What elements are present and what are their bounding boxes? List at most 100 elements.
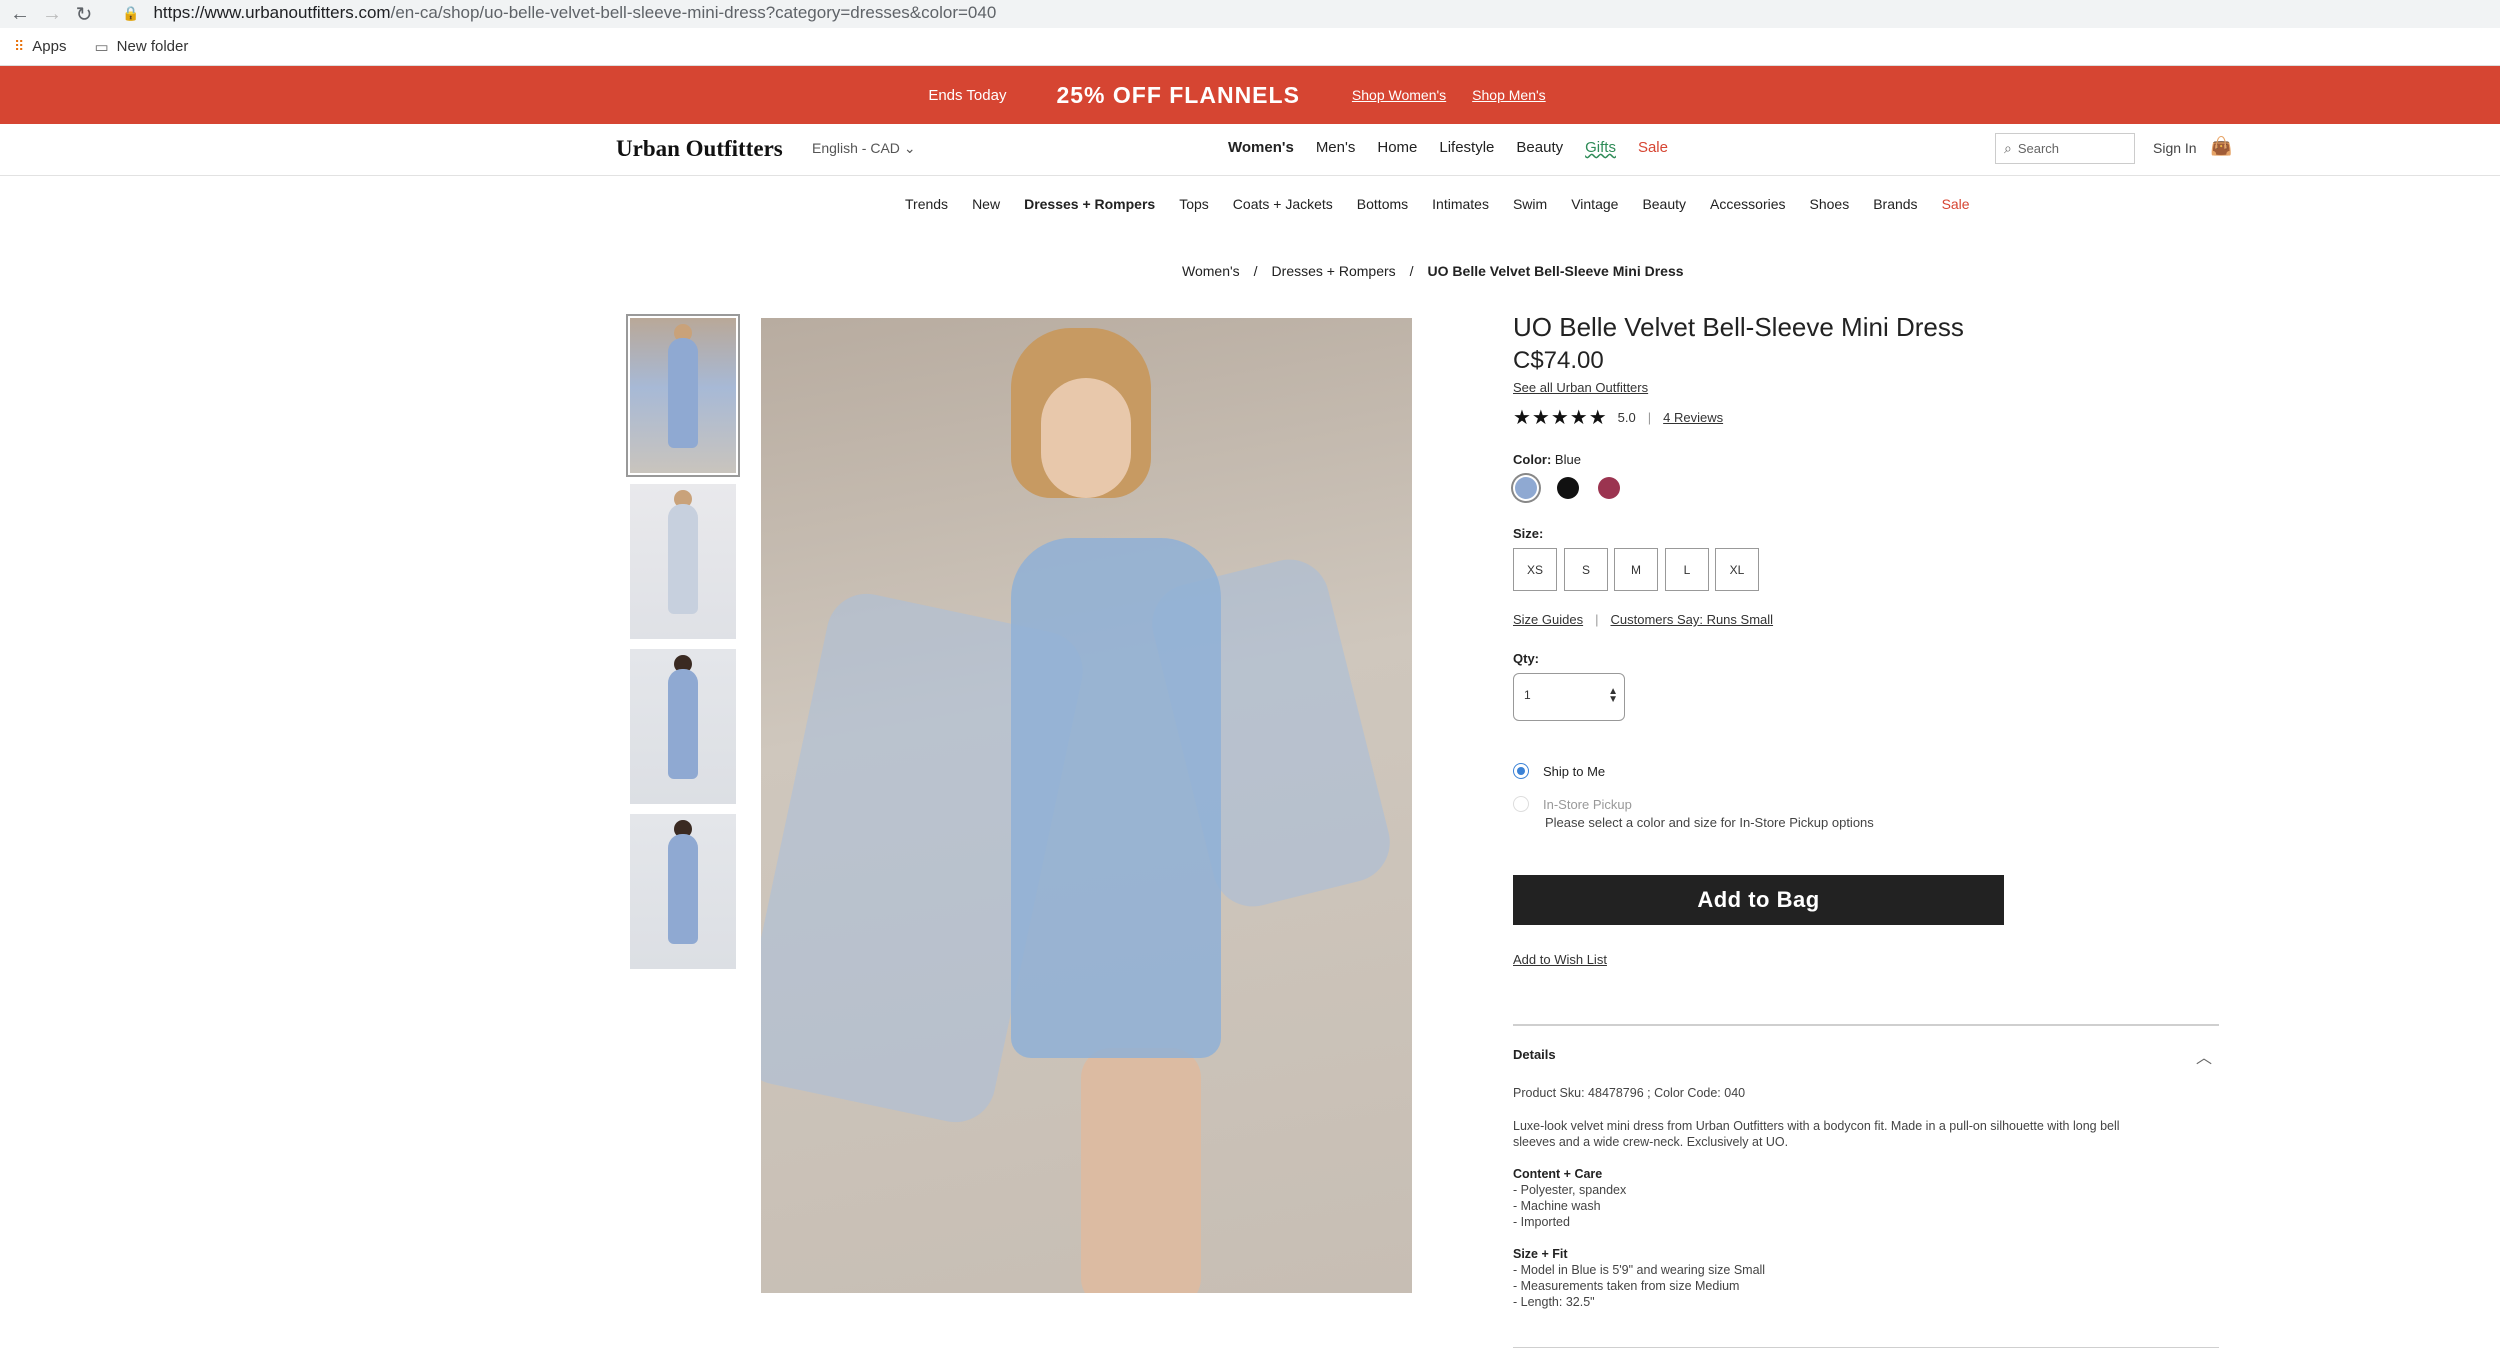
subnav-swim[interactable]: Swim bbox=[1513, 196, 1547, 212]
breadcrumb-dresses[interactable]: Dresses + Rompers bbox=[1272, 263, 1396, 279]
details-heading[interactable]: Details bbox=[1513, 1047, 1556, 1062]
address-bar[interactable]: 🔒 https://www.urbanoutfitters.com/en-ca/… bbox=[122, 0, 996, 26]
add-to-wish-list-link[interactable]: Add to Wish List bbox=[1513, 952, 1607, 967]
ship-to-me-label: Ship to Me bbox=[1543, 764, 1606, 779]
image-legs bbox=[1081, 1048, 1201, 1293]
bookmark-apps[interactable]: ⠿ Apps bbox=[14, 38, 66, 55]
product-price: C$74.00 bbox=[1513, 347, 1604, 374]
product-title: UO Belle Velvet Bell-Sleeve Mini Dress bbox=[1513, 312, 1964, 342]
subnav-sale[interactable]: Sale bbox=[1942, 196, 1970, 212]
chevron-up-icon[interactable]: ︿ bbox=[2196, 1044, 2212, 1068]
subnav-trends[interactable]: Trends bbox=[905, 196, 948, 212]
thumb-figure-body bbox=[668, 834, 698, 944]
product-thumbnail-3[interactable] bbox=[630, 649, 736, 804]
size-links: Size Guides | Customers Say: Runs Small bbox=[1513, 612, 1773, 627]
product-thumbnail-1[interactable] bbox=[626, 314, 740, 477]
runs-small-link[interactable]: Customers Say: Runs Small bbox=[1610, 612, 1773, 627]
quantity-select[interactable]: 1 ▲ ▼ bbox=[1513, 673, 1625, 721]
browser-toolbar: ← → ↻ 🔒 https://www.urbanoutfitters.com /… bbox=[0, 0, 2500, 28]
radio-unselected-icon[interactable] bbox=[1513, 796, 1529, 812]
fit-item: - Measurements taken from size Medium bbox=[1513, 1279, 1740, 1293]
subnav-brands[interactable]: Brands bbox=[1873, 196, 1917, 212]
size-fit-section: Size + Fit - Model in Blue is 5'9" and w… bbox=[1513, 1246, 2193, 1310]
breadcrumb-womens[interactable]: Women's bbox=[1182, 263, 1240, 279]
subnav-shoes[interactable]: Shoes bbox=[1810, 196, 1850, 212]
shop-womens-link[interactable]: Shop Women's bbox=[1352, 87, 1446, 103]
bookmark-label: Apps bbox=[32, 38, 67, 55]
shop-mens-link[interactable]: Shop Men's bbox=[1472, 87, 1546, 103]
promo-ends-text: Ends Today bbox=[928, 86, 1007, 104]
subnav-accessories[interactable]: Accessories bbox=[1710, 196, 1785, 212]
sign-in-link[interactable]: Sign In bbox=[2153, 140, 2197, 156]
details-sku: Product Sku: 48478796 ; Color Code: 040 bbox=[1513, 1086, 1746, 1100]
reload-icon[interactable]: ↻ bbox=[72, 2, 96, 26]
thumb-figure-body bbox=[668, 669, 698, 779]
size-label: Size: bbox=[1513, 526, 1544, 541]
stepper-arrows-icon: ▲ ▼ bbox=[1608, 686, 1618, 705]
subnav-tops[interactable]: Tops bbox=[1179, 196, 1209, 212]
see-all-brand-link[interactable]: See all Urban Outfitters bbox=[1513, 380, 1648, 395]
folder-icon: ▭ bbox=[94, 38, 109, 56]
main-nav: Women's Men's Home Lifestyle Beauty Gift… bbox=[1228, 139, 1690, 156]
color-swatch-blue[interactable] bbox=[1515, 477, 1537, 499]
url-path: /en-ca/shop/uo-belle-velvet-bell-sleeve-… bbox=[390, 3, 997, 22]
instore-pickup-label: In-Store Pickup bbox=[1543, 797, 1632, 812]
details-divider-bottom bbox=[1513, 1347, 2219, 1348]
subnav-beauty[interactable]: Beauty bbox=[1642, 196, 1686, 212]
bookmark-label: New folder bbox=[116, 38, 189, 55]
back-icon[interactable]: ← bbox=[8, 2, 32, 26]
shopping-bag-icon[interactable]: 👜 bbox=[2210, 136, 2232, 157]
nav-home[interactable]: Home bbox=[1377, 139, 1417, 156]
product-rating: ★★★★★ 5.0 | 4 Reviews bbox=[1513, 405, 1723, 430]
radio-selected-icon[interactable] bbox=[1513, 763, 1529, 779]
size-button-xl[interactable]: XL bbox=[1715, 548, 1759, 591]
color-swatch-black[interactable] bbox=[1557, 477, 1579, 499]
bookmark-new-folder[interactable]: ▭ New folder bbox=[94, 38, 188, 56]
site-logo[interactable]: Urban Outfitters bbox=[616, 136, 783, 162]
product-thumbnail-2[interactable] bbox=[630, 484, 736, 639]
content-care-heading: Content + Care bbox=[1513, 1167, 1603, 1181]
instore-pickup-option[interactable]: In-Store Pickup bbox=[1513, 796, 1632, 812]
reviews-link[interactable]: 4 Reviews bbox=[1663, 410, 1723, 425]
size-button-s[interactable]: S bbox=[1564, 548, 1608, 591]
main-product-image[interactable] bbox=[761, 318, 1412, 1293]
subnav-bottoms[interactable]: Bottoms bbox=[1357, 196, 1408, 212]
size-button-xs[interactable]: XS bbox=[1513, 548, 1557, 591]
thumb-figure-body bbox=[668, 504, 698, 614]
nav-beauty[interactable]: Beauty bbox=[1516, 139, 1563, 156]
nav-womens[interactable]: Women's bbox=[1228, 139, 1294, 156]
subnav-dresses-rompers[interactable]: Dresses + Rompers bbox=[1024, 196, 1155, 212]
rating-value: 5.0 bbox=[1617, 410, 1636, 425]
product-thumbnail-4[interactable] bbox=[630, 814, 736, 969]
promo-headline: 25% OFF FLANNELS bbox=[1056, 81, 1300, 108]
subnav-coats-jackets[interactable]: Coats + Jackets bbox=[1233, 196, 1333, 212]
nav-mens[interactable]: Men's bbox=[1316, 139, 1356, 156]
qty-label: Qty: bbox=[1513, 651, 1539, 666]
subnav-vintage[interactable]: Vintage bbox=[1571, 196, 1618, 212]
color-swatch-burgundy[interactable] bbox=[1598, 477, 1620, 499]
language-selector[interactable]: English - CAD ⌄ bbox=[812, 140, 916, 157]
size-button-l[interactable]: L bbox=[1665, 548, 1709, 591]
forward-icon[interactable]: → bbox=[40, 2, 64, 26]
subnav-intimates[interactable]: Intimates bbox=[1432, 196, 1489, 212]
quantity-value: 1 bbox=[1524, 688, 1531, 702]
breadcrumb: Women's / Dresses + Rompers / UO Belle V… bbox=[1182, 263, 1684, 279]
add-to-bag-button[interactable]: Add to Bag bbox=[1513, 875, 2004, 925]
color-value: Blue bbox=[1554, 452, 1581, 467]
care-item: - Imported bbox=[1513, 1215, 1570, 1229]
content-care-section: Content + Care - Polyester, spandex - Ma… bbox=[1513, 1166, 2193, 1230]
size-guides-link[interactable]: Size Guides bbox=[1513, 612, 1583, 627]
size-button-m[interactable]: M bbox=[1614, 548, 1658, 591]
search-input[interactable]: ⌕ Search bbox=[1995, 133, 2135, 164]
subnav-new[interactable]: New bbox=[972, 196, 1000, 212]
url-host: https://www.urbanoutfitters.com bbox=[153, 3, 391, 22]
ship-to-me-option[interactable]: Ship to Me bbox=[1513, 763, 1606, 779]
thumb-figure-body bbox=[668, 338, 698, 448]
chevron-down-icon: ⌄ bbox=[903, 140, 916, 156]
rating-stars-icon: ★★★★★ bbox=[1513, 407, 1608, 429]
nav-sale[interactable]: Sale bbox=[1638, 139, 1668, 156]
nav-lifestyle[interactable]: Lifestyle bbox=[1439, 139, 1494, 156]
promo-banner: Ends Today 25% OFF FLANNELS Shop Women's… bbox=[0, 66, 2500, 124]
care-item: - Polyester, spandex bbox=[1513, 1183, 1627, 1197]
nav-gifts[interactable]: Gifts bbox=[1585, 139, 1616, 156]
